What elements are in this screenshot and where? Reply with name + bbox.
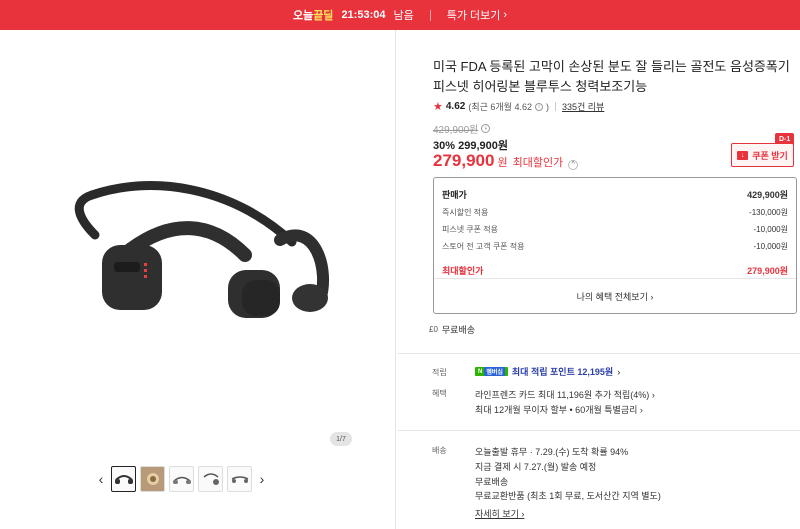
coupon-button[interactable]: ↓ 쿠폰 받기 — [731, 143, 794, 167]
thumbnail-prev-button[interactable]: ‹ — [95, 466, 107, 492]
thumbnail-image — [114, 475, 133, 484]
thumbnail-image — [203, 473, 219, 485]
rating-detail-end: ) — [545, 101, 549, 112]
delivery-status-row: 오늘출발 휴무 · 7.29.(수) 도착 확률 94% — [475, 447, 629, 457]
thumbnail-image — [146, 473, 159, 485]
breakdown-row: 피스넷 쿠폰 적용 -10,000원 — [442, 225, 788, 234]
chevron-up-icon[interactable]: ^ — [568, 159, 579, 170]
thumbnail-5[interactable] — [227, 466, 252, 492]
free-shipping-row: £0 무료배송 — [429, 325, 476, 335]
download-icon: ↓ — [737, 150, 749, 160]
breakdown-row: 즉시할인 적용 -130,000원 — [442, 208, 788, 217]
divider — [398, 430, 800, 431]
delivery-free-row: 무료배송 — [475, 477, 509, 487]
info-icon[interactable]: i — [481, 124, 491, 133]
breakdown-max-row: 최대할인가 279,900원 — [442, 266, 788, 276]
delivery-more-link[interactable]: 자세히 보기 › — [475, 507, 524, 520]
thumbnail-4[interactable] — [198, 466, 223, 492]
my-benefits-button[interactable]: 나의 혜택 전체보기 › — [434, 290, 796, 303]
timer-suffix: 남음 — [393, 10, 414, 22]
info-icon[interactable]: i — [534, 102, 543, 111]
benefit-section-label: 혜택 — [432, 389, 447, 398]
final-price-row: 279,900 원 최대할인가 ^ — [433, 151, 579, 171]
points-section-label: 적립 — [432, 368, 447, 377]
image-page-indicator: 1/7 — [330, 432, 352, 446]
rating-row: ★ 4.62 (최근 6개월 4.62 i ) 335건 리뷰 — [433, 100, 604, 113]
final-price-label: 최대할인가 — [512, 157, 564, 169]
max-points-text: 최대 적립 포인트 12,195원 — [511, 367, 614, 377]
chevron-right-icon: › — [650, 292, 654, 302]
chevron-right-icon: › — [503, 9, 508, 21]
deal-banner: 오늘끝딜 21:53:04 남음 특가 더보기 › — [0, 0, 800, 30]
more-deals-link[interactable]: 특가 더보기 › — [447, 7, 507, 23]
product-title: 미국 FDA 등록된 고막이 손상된 분도 잘 들리는 골전도 음성증폭기 피스… — [433, 59, 790, 94]
chevron-right-icon: › — [617, 366, 621, 377]
breakdown-row: 판매가 429,900원 — [442, 190, 788, 200]
thumbnail-3[interactable] — [169, 466, 194, 492]
card-benefit-row[interactable]: 라인프렌즈 카드 최대 11,196원 추가 적립(4%) › — [475, 388, 655, 401]
thumbnail-image — [231, 476, 248, 483]
divider — [398, 353, 800, 354]
delivery-section-label: 배송 — [432, 446, 447, 455]
divider — [429, 9, 431, 21]
shipping-icon: £0 — [429, 325, 438, 334]
thumbnail-next-button[interactable]: › — [256, 466, 268, 492]
deal-timer: 21:53:04 — [341, 9, 386, 21]
breakdown-row: 스토어 전 고객 쿠폰 적용 -10,000원 — [442, 242, 788, 251]
chevron-right-icon: › — [651, 390, 655, 400]
chevron-right-icon: › — [521, 509, 525, 519]
divider — [434, 278, 796, 279]
star-icon: ★ — [433, 101, 443, 113]
points-row[interactable]: N 멤버십 최대 적립 포인트 12,195원 › — [475, 365, 620, 378]
thumbnail-strip: ‹ › — [95, 466, 268, 492]
deal-brand: 오늘끝딜 — [292, 10, 334, 22]
rating-score: 4.62 — [445, 101, 466, 112]
delivery-dispatch-row: 지금 결제 시 7.27.(월) 발송 예정 — [475, 462, 597, 472]
membership-badge: N 멤버십 — [475, 367, 508, 376]
final-price: 279,900 — [433, 151, 495, 170]
thumbnail-1[interactable] — [111, 466, 136, 492]
chevron-right-icon: › — [639, 405, 643, 415]
installment-row[interactable]: 최대 12개월 무이자 할부 • 60개월 특별금리 › — [475, 403, 643, 416]
final-price-unit: 원 — [497, 157, 508, 169]
product-image — [74, 181, 329, 318]
chevron-right-icon: › — [259, 471, 265, 487]
thumbnail-2[interactable] — [140, 466, 165, 492]
divider — [554, 102, 556, 111]
review-count-link[interactable]: 335건 리뷰 — [562, 100, 604, 113]
chevron-left-icon: ‹ — [98, 471, 104, 487]
rating-detail: (최근 6개월 4.62 — [468, 102, 532, 112]
delivery-return-row: 무료교환반품 (최초 1회 무료, 도서산간 지역 별도) — [475, 491, 661, 501]
thumbnail-image — [172, 476, 191, 484]
price-breakdown-box: 판매가 429,900원 즉시할인 적용 -130,000원 피스넷 쿠폰 적용… — [433, 177, 797, 314]
original-price: 429,900원 i — [433, 121, 491, 136]
product-gallery: 1/7 ‹ › — [0, 30, 396, 529]
